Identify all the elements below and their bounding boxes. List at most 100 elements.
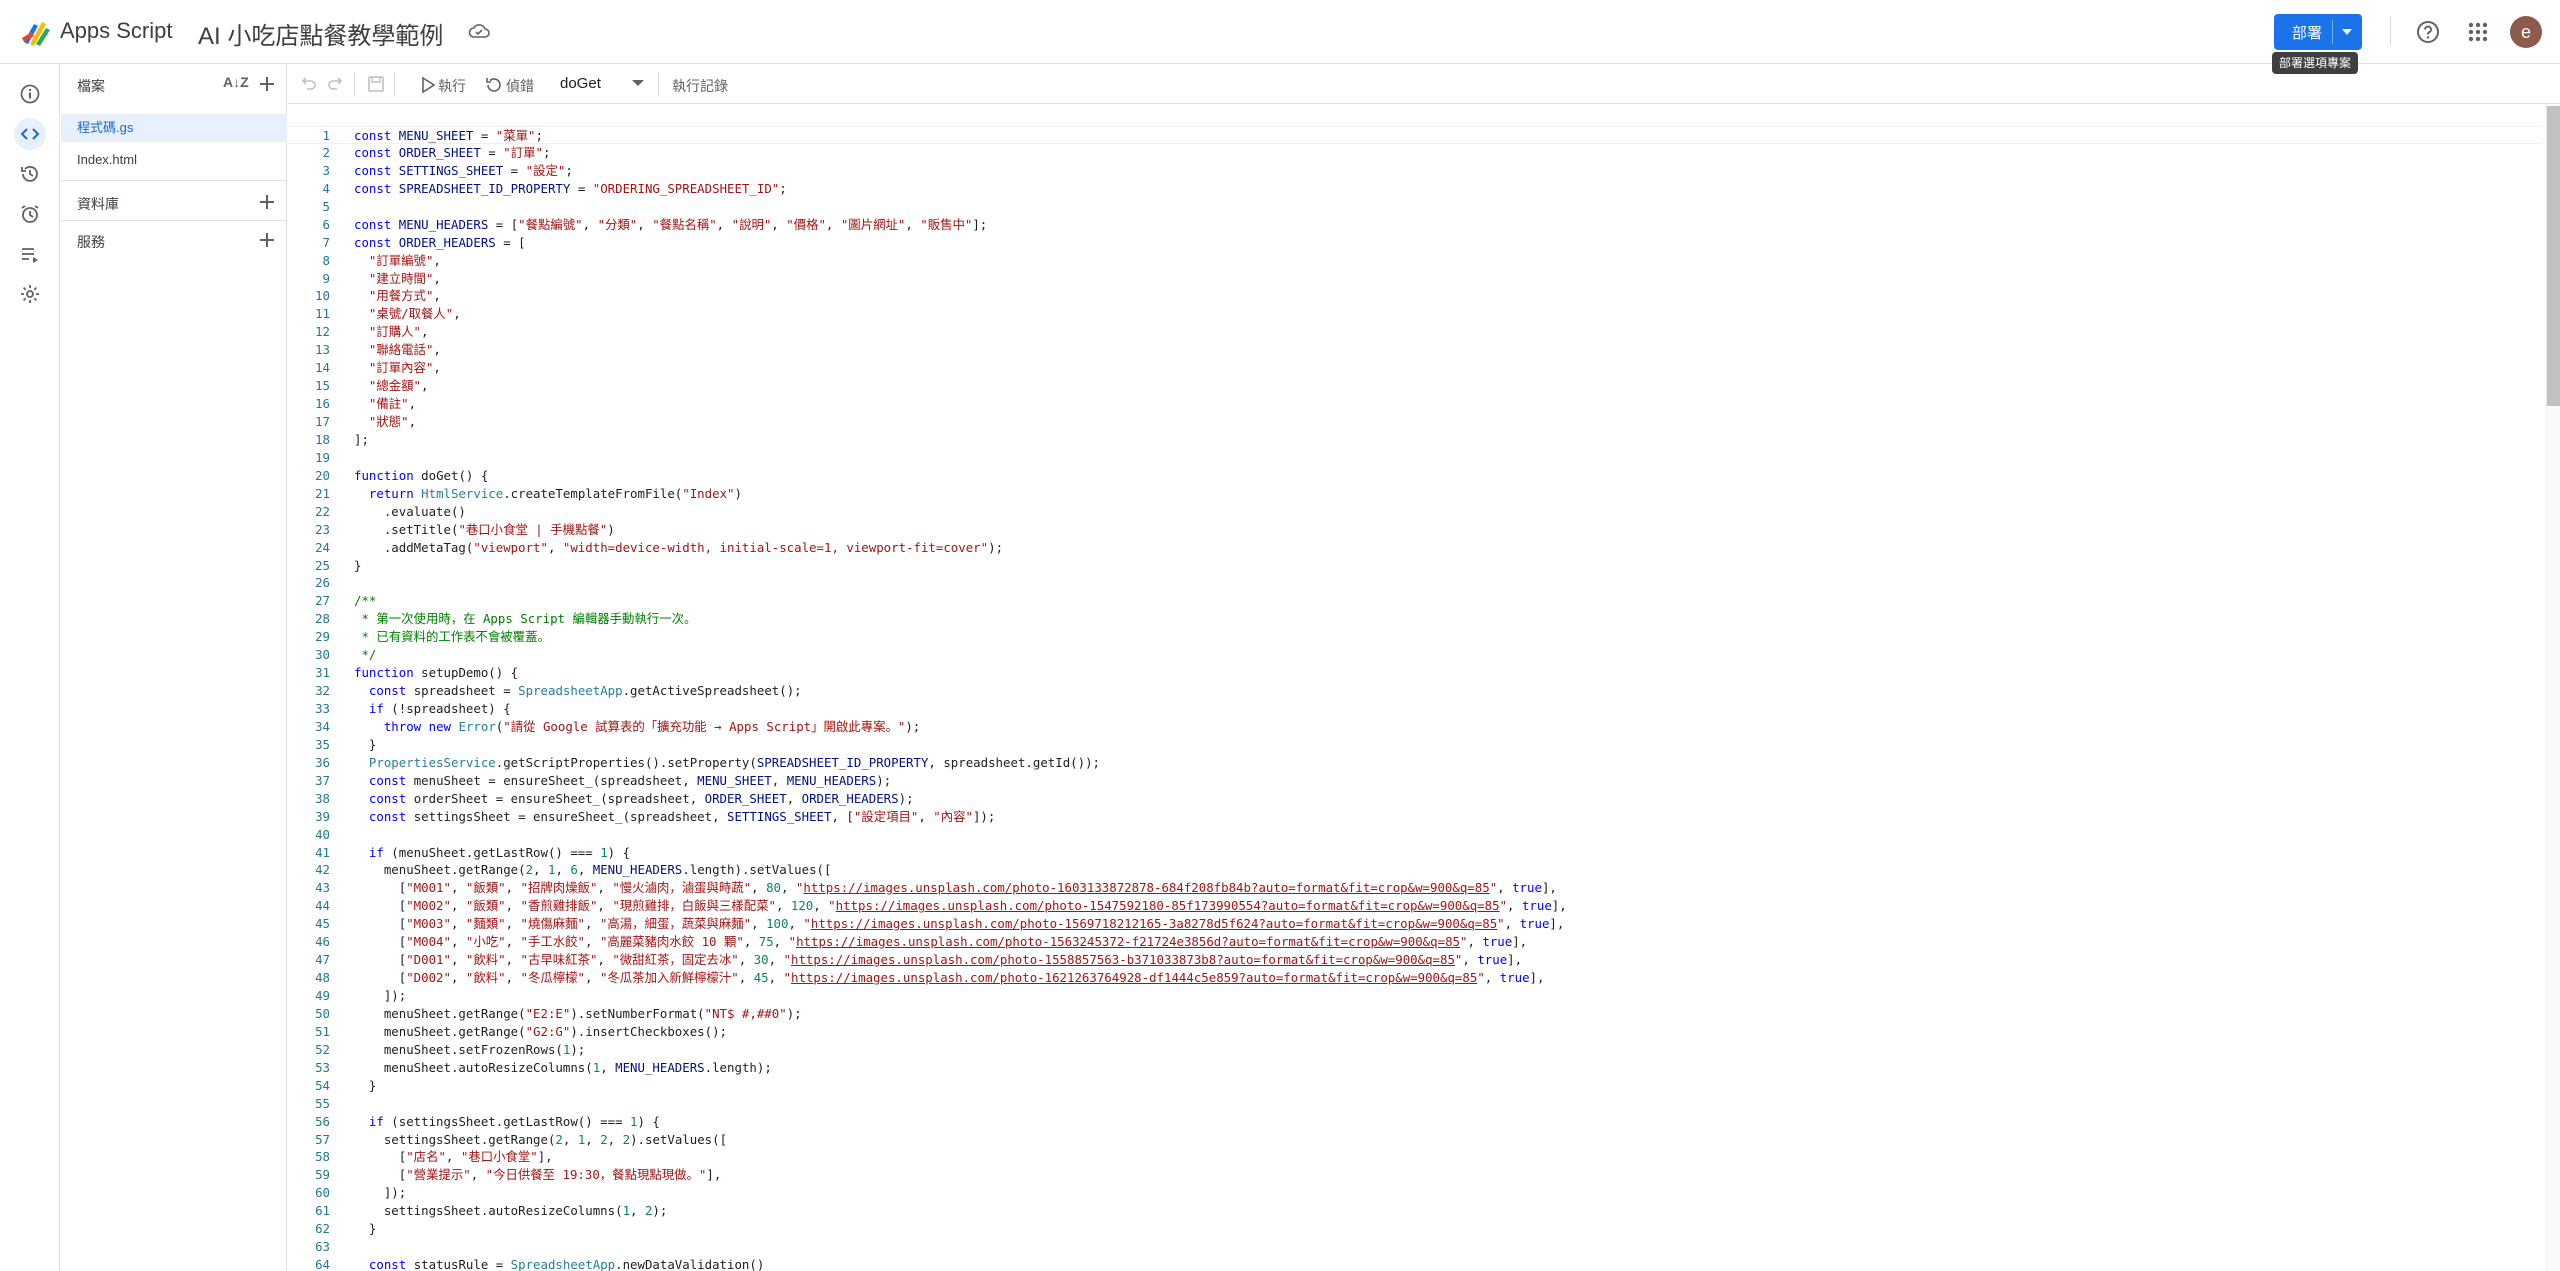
add-file-icon[interactable] [257, 74, 277, 94]
file-item-code-gs[interactable]: 程式碼.gs [61, 114, 287, 142]
code-line[interactable]: 11 "桌號/取餐人", [288, 305, 2542, 323]
rail-executions[interactable] [14, 238, 46, 270]
code-line[interactable]: 27 /** [288, 592, 2542, 610]
code-line[interactable]: 5 [288, 198, 2542, 216]
apps-script-logo-icon[interactable] [20, 18, 54, 46]
code-line[interactable]: 62 } [288, 1220, 2542, 1238]
project-title[interactable]: AI 小吃店點餐教學範例 [198, 16, 443, 51]
rail-overview[interactable] [14, 78, 46, 110]
account-avatar[interactable]: e [2510, 16, 2542, 48]
code-line[interactable]: 58 ["店名", "巷口小食堂"], [288, 1148, 2542, 1166]
code-line[interactable]: 29 * 已有資料的工作表不會被覆蓋。 [288, 628, 2542, 646]
code-line[interactable]: 3 const SETTINGS_SHEET = "設定"; [288, 162, 2542, 180]
code-line[interactable]: 16 "備註", [288, 395, 2542, 413]
code-line[interactable]: 38 const orderSheet = ensureSheet_(sprea… [288, 790, 2542, 808]
code-line[interactable]: 12 "訂購人", [288, 323, 2542, 341]
code-line[interactable]: 24 .addMetaTag("viewport", "width=device… [288, 539, 2542, 557]
code-line[interactable]: 44 ["M002", "飯類", "香煎雞排飯", "現煎雞排，白飯與三樣配菜… [288, 897, 2542, 915]
code-line[interactable]: 25} [288, 557, 2542, 575]
code-line[interactable]: 46 ["M004", "小吃", "手工水餃", "高麗菜豬肉水餃 10 顆"… [288, 933, 2542, 951]
deploy-dropdown-caret-icon[interactable] [2342, 29, 2352, 35]
debug-button[interactable]: 偵錯 [506, 76, 534, 96]
code-line[interactable]: 19 [288, 449, 2542, 467]
code-line[interactable]: 40 [288, 826, 2542, 844]
code-text: .addMetaTag("viewport", "width=device-wi… [354, 539, 1004, 555]
execution-log-button[interactable]: 執行記錄 [672, 76, 728, 96]
code-line[interactable]: 48 ["D002", "飲料", "冬瓜檸檬", "冬瓜茶加入新鮮檸檬汁", … [288, 969, 2542, 987]
help-icon[interactable] [2414, 18, 2442, 46]
code-line[interactable]: 43 ["M001", "飯類", "招牌肉燥飯", "慢火滷肉，滷蛋與時蔬",… [288, 879, 2542, 897]
rail-triggers[interactable] [14, 198, 46, 230]
code-line[interactable]: 14 "訂單內容", [288, 359, 2542, 377]
sort-az-icon[interactable]: A↓Z [223, 74, 249, 94]
code-line[interactable]: 13 "聯絡電話", [288, 341, 2542, 359]
code-line[interactable]: 10 "用餐方式", [288, 287, 2542, 305]
code-line[interactable]: 2 const ORDER_SHEET = "訂單"; [288, 144, 2542, 162]
code-line[interactable]: 34 throw new Error("請從 Google 試算表的「擴充功能 … [288, 718, 2542, 736]
line-number: 28 [315, 611, 330, 627]
code-text: * 已有資料的工作表不會被覆蓋。 [354, 629, 550, 645]
code-line[interactable]: 1 const MENU_SHEET = "菜單"; [288, 126, 2542, 144]
code-line[interactable]: 49 ]); [288, 987, 2542, 1005]
code-line[interactable]: 26 [288, 574, 2542, 592]
code-line[interactable]: 18]; [288, 431, 2542, 449]
code-line[interactable]: 42 menuSheet.getRange(2, 1, 6, MENU_HEAD… [288, 861, 2542, 879]
rail-editor[interactable] [14, 118, 46, 150]
code-line[interactable]: 8 "訂單編號", [288, 252, 2542, 270]
scrollbar-thumb[interactable] [2547, 106, 2560, 406]
code-line[interactable]: 55 [288, 1095, 2542, 1113]
code-line[interactable]: 32 const spreadsheet = SpreadsheetApp.ge… [288, 682, 2542, 700]
code-line[interactable]: 33 if (!spreadsheet) { [288, 700, 2542, 718]
code-line[interactable]: 52 menuSheet.setFrozenRows(1); [288, 1041, 2542, 1059]
code-line[interactable]: 41 if (menuSheet.getLastRow() === 1) { [288, 844, 2542, 862]
redo-icon[interactable] [326, 74, 346, 94]
code-line[interactable]: 50 menuSheet.getRange("E2:E").setNumberF… [288, 1005, 2542, 1023]
code-line[interactable]: 23 .setTitle("巷口小食堂 | 手機點餐") [288, 521, 2542, 539]
code-line[interactable]: 61 settingsSheet.autoResizeColumns(1, 2)… [288, 1202, 2542, 1220]
run-icon[interactable] [418, 75, 438, 95]
code-line[interactable]: 56 if (settingsSheet.getLastRow() === 1)… [288, 1113, 2542, 1131]
code-text: ["D001", "飲料", "古早味紅茶", "微甜紅茶，固定去冰", 30,… [354, 952, 1523, 968]
code-line[interactable]: 54 } [288, 1077, 2542, 1095]
code-line[interactable]: 9 "建立時間", [288, 270, 2542, 288]
rail-settings[interactable] [14, 278, 46, 310]
code-line[interactable]: 4 const SPREADSHEET_ID_PROPERTY = "ORDERI… [288, 180, 2542, 198]
deploy-button[interactable]: 部署 [2274, 14, 2362, 50]
code-line[interactable]: 53 menuSheet.autoResizeColumns(1, MENU_H… [288, 1059, 2542, 1077]
code-line[interactable]: 35 } [288, 736, 2542, 754]
code-line[interactable]: 21 return HtmlService.createTemplateFrom… [288, 485, 2542, 503]
undo-icon[interactable] [298, 74, 318, 94]
function-select[interactable]: doGet [552, 72, 648, 96]
file-item-index-html[interactable]: Index.html [61, 146, 287, 174]
code-line[interactable]: 60 ]); [288, 1184, 2542, 1202]
save-icon[interactable] [366, 74, 386, 94]
code-line[interactable]: 64 const statusRule = SpreadsheetApp.new… [288, 1256, 2542, 1271]
code-line[interactable]: 37 const menuSheet = ensureSheet_(spread… [288, 772, 2542, 790]
code-line[interactable]: 22 .evaluate() [288, 503, 2542, 521]
product-name[interactable]: Apps Script [60, 18, 173, 44]
code-line[interactable]: 17 "狀態", [288, 413, 2542, 431]
code-line[interactable]: 51 menuSheet.getRange("G2:G").insertChec… [288, 1023, 2542, 1041]
add-library-icon[interactable] [257, 192, 277, 212]
code-line[interactable]: 20 function doGet() { [288, 467, 2542, 485]
code-line[interactable]: 6 const MENU_HEADERS = ["餐點編號", "分類", "餐點… [288, 216, 2542, 234]
add-service-icon[interactable] [257, 230, 277, 250]
rail-history[interactable] [14, 158, 46, 190]
code-line[interactable]: 28 * 第一次使用時，在 Apps Script 編輯器手動執行一次。 [288, 610, 2542, 628]
code-line[interactable]: 15 "總金額", [288, 377, 2542, 395]
code-editor[interactable]: 1 const MENU_SHEET = "菜單"; 2 const ORDER_SH… [288, 104, 2560, 1271]
code-line[interactable]: 45 ["M003", "麵類", "燒傷麻麵", "高湯，細蛋，蔬菜與麻麵",… [288, 915, 2542, 933]
code-line[interactable]: 31 function setupDemo() { [288, 664, 2542, 682]
debug-icon[interactable] [484, 75, 504, 95]
code-line[interactable]: 59 ["營業提示", "今日供餐至 19:30，餐點現點現做。"], [288, 1166, 2542, 1184]
code-line[interactable]: 7 const ORDER_HEADERS = [ [288, 234, 2542, 252]
code-line[interactable]: 57 settingsSheet.getRange(2, 1, 2, 2).se… [288, 1131, 2542, 1149]
code-line[interactable]: 36 PropertiesService.getScriptProperties… [288, 754, 2542, 772]
code-line[interactable]: 30 */ [288, 646, 2542, 664]
run-button[interactable]: 執行 [438, 76, 466, 96]
google-apps-grid-icon[interactable] [2464, 18, 2492, 46]
code-line[interactable]: 63 [288, 1238, 2542, 1256]
code-line[interactable]: 47 ["D001", "飲料", "古早味紅茶", "微甜紅茶，固定去冰", … [288, 951, 2542, 969]
code-line[interactable]: 39 const settingsSheet = ensureSheet_(sp… [288, 808, 2542, 826]
line-number: 15 [315, 378, 330, 394]
